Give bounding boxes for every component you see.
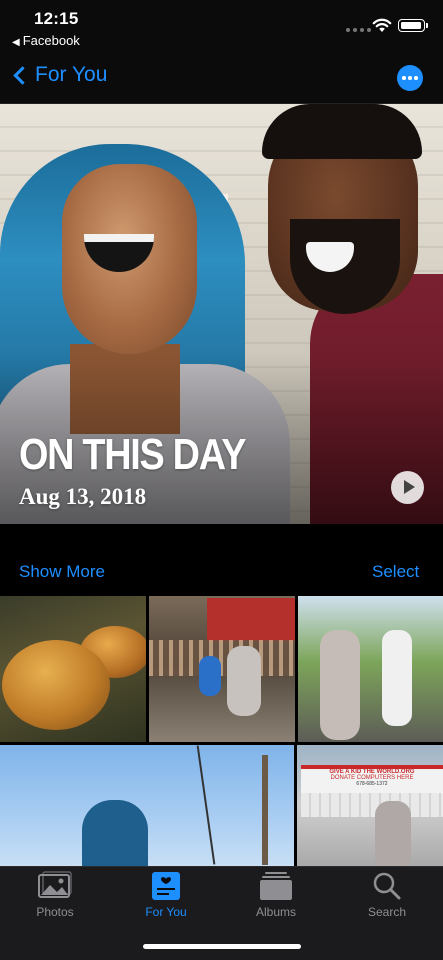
photo-grid: GIVE A KID THE WORLD.ORG DONATE COMPUTER… — [0, 596, 443, 866]
for-you-icon — [152, 872, 180, 900]
show-more-button[interactable]: Show More — [19, 562, 105, 582]
back-app-label: Facebook — [22, 33, 80, 48]
back-to-app-link[interactable]: ◀ Facebook — [12, 33, 80, 48]
action-row: Show More Select — [0, 524, 443, 596]
status-bar: 12:15 ◀ Facebook — [0, 0, 443, 54]
wifi-icon — [372, 18, 392, 32]
more-options-button[interactable] — [397, 65, 423, 91]
tab-for-you[interactable]: For You — [111, 871, 221, 927]
search-icon — [373, 872, 401, 900]
tab-search-label: Search — [367, 905, 407, 919]
chevron-left-icon — [13, 65, 32, 85]
back-button-label: For You — [35, 63, 108, 86]
cellular-signal-icon — [346, 28, 371, 32]
play-memory-button[interactable] — [391, 471, 424, 504]
tab-for-you-label: For You — [145, 905, 187, 919]
status-time: 12:15 — [34, 9, 79, 28]
back-button[interactable]: For You — [10, 63, 107, 87]
memory-date: Aug 13, 2018 — [19, 484, 147, 509]
photo-sign-text: 678-685-1372 — [356, 781, 388, 787]
tab-albums-label: Albums — [255, 905, 296, 919]
memory-title: ON THIS DAY — [19, 430, 247, 479]
photo-thumbnail[interactable] — [298, 596, 443, 742]
tab-albums[interactable]: Albums — [221, 871, 331, 927]
photo-thumbnail[interactable] — [0, 596, 146, 742]
tab-photos-label: Photos — [36, 905, 74, 919]
photo-thumbnail[interactable] — [0, 745, 294, 866]
back-triangle-icon: ◀ — [12, 37, 20, 48]
tab-photos[interactable]: Photos — [0, 871, 110, 927]
tab-search[interactable]: Search — [332, 871, 442, 927]
ellipsis-icon — [402, 76, 406, 80]
home-indicator[interactable] — [143, 944, 301, 949]
select-button[interactable]: Select — [372, 562, 419, 582]
photos-icon — [38, 871, 72, 898]
photo-thumbnail[interactable] — [149, 596, 295, 742]
photo-thumbnail[interactable]: GIVE A KID THE WORLD.ORG DONATE COMPUTER… — [297, 745, 443, 866]
memory-hero-card[interactable]: ON THIS DAY Aug 13, 2018 — [0, 104, 443, 524]
navigation-bar: For You — [0, 54, 443, 104]
albums-icon — [260, 872, 292, 900]
battery-icon — [398, 19, 428, 32]
